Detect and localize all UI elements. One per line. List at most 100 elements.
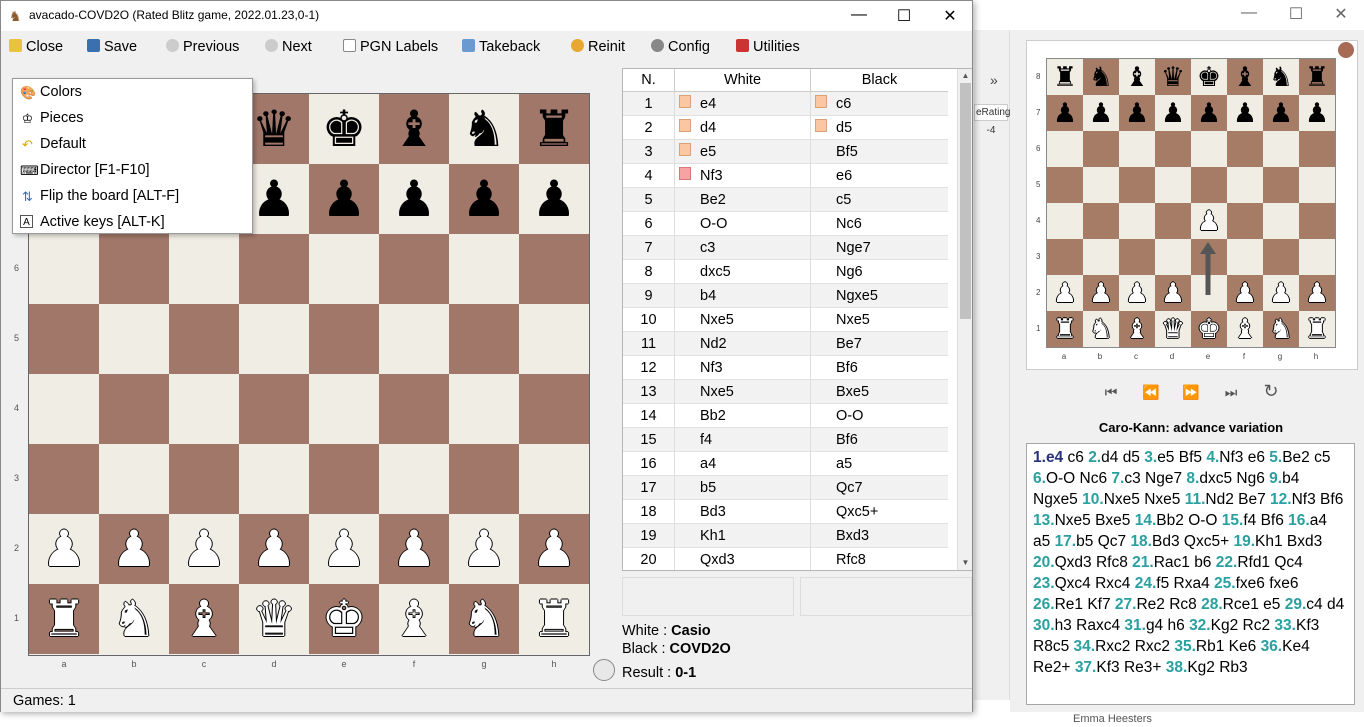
previous-button[interactable]: Previous <box>166 39 239 59</box>
black-move[interactable]: Nge7 <box>811 236 948 260</box>
white-pawn-icon[interactable]: ♟ <box>462 521 507 577</box>
save-button[interactable]: Save <box>87 39 137 59</box>
movetext-white-move[interactable]: Rxc2 <box>1095 638 1130 655</box>
board-square[interactable]: ♟ <box>379 164 449 234</box>
movetext-white-move[interactable]: Nd2 <box>1205 491 1233 508</box>
utilities-button[interactable]: Utilities <box>736 39 800 59</box>
board-square[interactable]: ♝ <box>169 584 239 654</box>
minimize-button[interactable]: — <box>844 6 874 24</box>
menu-item-active-keys[interactable]: A Active keys [ALT-K] <box>13 209 252 235</box>
movetext-white-move[interactable]: Nxe5 <box>1055 512 1091 529</box>
board-square[interactable] <box>379 234 449 304</box>
movetext-black-move[interactable]: fxe6 <box>1269 575 1298 592</box>
white-pawn-icon[interactable]: ♟ <box>532 521 577 577</box>
movetext-white-move[interactable]: Re2 <box>1136 596 1164 613</box>
table-row[interactable]: 15 f4 Bf6 <box>623 428 948 452</box>
white-bishop-icon[interactable]: ♝ <box>182 591 227 647</box>
movetext-white-move[interactable]: Kh1 <box>1255 533 1283 550</box>
white-move[interactable]: Nf3 <box>675 356 811 380</box>
white-pawn-icon[interactable]: ♟ <box>112 521 157 577</box>
board-square[interactable] <box>29 374 99 444</box>
movetext-black-move[interactable]: Be7 <box>1238 491 1266 508</box>
white-king-icon[interactable]: ♚ <box>322 591 367 647</box>
white-move[interactable]: Nxe5 <box>675 308 811 332</box>
board-square[interactable] <box>449 444 519 514</box>
white-move[interactable]: d4 <box>675 116 811 140</box>
white-move[interactable]: Be2 <box>675 188 811 212</box>
movetext-white-move[interactable]: Rce1 <box>1223 596 1259 613</box>
board-square[interactable]: ♟ <box>99 514 169 584</box>
movetext-white-move[interactable]: Bb2 <box>1156 512 1184 529</box>
white-move[interactable]: Nf3 <box>675 164 811 188</box>
black-move[interactable]: c6 <box>811 92 948 116</box>
movetext-black-move[interactable]: Rc8 <box>1169 596 1197 613</box>
white-move[interactable]: a4 <box>675 452 811 476</box>
black-rook-icon[interactable]: ♜ <box>532 101 577 157</box>
movetext-white-move[interactable]: c4 <box>1306 596 1322 613</box>
table-row[interactable]: 11 Nd2 Be7 <box>623 332 948 356</box>
movetext-black-move[interactable]: d4 <box>1327 596 1344 613</box>
board-options-circle[interactable] <box>593 659 615 681</box>
pgn-labels-button[interactable]: PGN Labels <box>343 39 438 59</box>
board-square[interactable]: ♝ <box>379 584 449 654</box>
white-pawn-icon[interactable]: ♟ <box>42 521 87 577</box>
white-knight-icon[interactable]: ♞ <box>112 591 157 647</box>
takeback-button[interactable]: Takeback <box>462 39 540 59</box>
board-square[interactable] <box>519 234 589 304</box>
movetext-white-move[interactable]: Bd3 <box>1152 533 1180 550</box>
movetext-white-move[interactable]: b4 <box>1282 470 1299 487</box>
movetext-black-move[interactable]: Bxd3 <box>1287 533 1322 550</box>
table-row[interactable]: 18 Bd3 Qxc5+ <box>623 500 948 524</box>
movetext-white-move[interactable]: e5 <box>1157 449 1174 466</box>
table-row[interactable]: 7 c3 Nge7 <box>623 236 948 260</box>
white-move[interactable]: Nd2 <box>675 332 811 356</box>
board-square[interactable]: ♟ <box>449 164 519 234</box>
board-square[interactable] <box>239 374 309 444</box>
white-move[interactable]: f4 <box>675 428 811 452</box>
white-knight-icon[interactable]: ♞ <box>462 591 507 647</box>
white-move[interactable]: Bb2 <box>675 404 811 428</box>
movetext-white-move[interactable]: g4 <box>1146 617 1163 634</box>
white-move[interactable]: dxc5 <box>675 260 811 284</box>
movetext-black-move[interactable]: Re3+ <box>1124 659 1162 676</box>
board-square[interactable] <box>309 234 379 304</box>
movetext-black-move[interactable]: b6 <box>1194 554 1211 571</box>
next-icon[interactable]: ⏩ <box>1180 384 1202 401</box>
black-move[interactable]: a5 <box>811 452 948 476</box>
board-square[interactable]: ♞ <box>99 584 169 654</box>
movetext-black-move[interactable]: Rc2 <box>1243 617 1271 634</box>
board-square[interactable] <box>239 304 309 374</box>
header-number[interactable]: N. <box>623 69 675 92</box>
black-move[interactable]: Bf5 <box>811 140 948 164</box>
board-square[interactable] <box>29 234 99 304</box>
last-icon[interactable]: ⏭ <box>1220 384 1242 401</box>
movetext-black-move[interactable]: Bf5 <box>1179 449 1202 466</box>
board-square[interactable] <box>99 374 169 444</box>
movetext-black-move[interactable]: e5 <box>1263 596 1280 613</box>
board-square[interactable]: ♝ <box>379 94 449 164</box>
board-square[interactable]: ♟ <box>519 514 589 584</box>
close-window-button[interactable]: ✕ <box>935 6 965 26</box>
first-icon[interactable]: ⏮ <box>1100 384 1122 401</box>
movetext-black-move[interactable]: Ng6 <box>1236 470 1264 487</box>
movetext-black-move[interactable]: Nge7 <box>1145 470 1182 487</box>
white-pawn-icon[interactable]: ♟ <box>322 521 367 577</box>
black-move[interactable]: d5 <box>811 116 948 140</box>
movetext-white-move[interactable]: Kg2 <box>1187 659 1215 676</box>
black-pawn-icon[interactable]: ♟ <box>532 171 577 227</box>
movetext-white-move[interactable]: f5 <box>1156 575 1169 592</box>
black-pawn-icon[interactable]: ♟ <box>462 171 507 227</box>
board-square[interactable] <box>309 374 379 444</box>
black-bishop-icon[interactable]: ♝ <box>392 101 437 157</box>
white-move[interactable]: e4 <box>675 92 811 116</box>
scroll-down-icon[interactable]: ▼ <box>958 556 973 570</box>
menu-item-pieces[interactable]: ♔ Pieces <box>13 105 252 131</box>
movetext-white-move[interactable]: c3 <box>1124 470 1140 487</box>
movetext-black-move[interactable]: c6 <box>1068 449 1084 466</box>
movetext-black-move[interactable]: Rfc8 <box>1096 554 1128 571</box>
white-pawn-icon[interactable]: ♟ <box>182 521 227 577</box>
white-move[interactable]: Qxd3 <box>675 548 811 570</box>
movetext-white-move[interactable]: Nf3 <box>1219 449 1243 466</box>
board-square[interactable] <box>99 444 169 514</box>
movetext-white-move[interactable]: Re1 <box>1055 596 1083 613</box>
